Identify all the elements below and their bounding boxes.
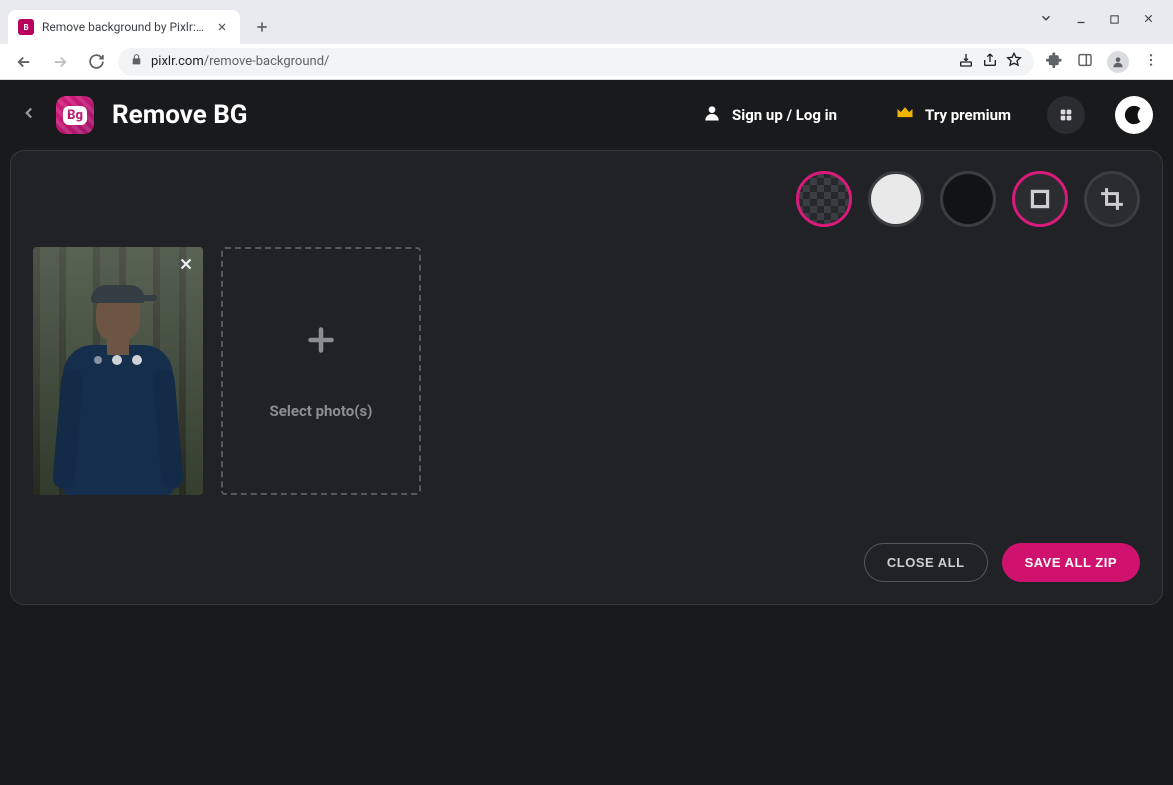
star-icon[interactable] bbox=[1006, 52, 1022, 72]
lock-icon bbox=[130, 53, 143, 70]
window-close-icon[interactable] bbox=[1142, 10, 1155, 29]
app-header: Bg Remove BG Sign up / Log in Try premiu… bbox=[0, 80, 1173, 150]
app-badge: Bg bbox=[56, 96, 94, 134]
workspace-panel: Select photo(s) CLOSE ALL SAVE ALL ZIP bbox=[10, 150, 1163, 605]
tab-close-icon[interactable] bbox=[214, 19, 230, 35]
browser-toolbar: pixlr.com/remove-background/ bbox=[0, 44, 1173, 80]
save-all-zip-button[interactable]: SAVE ALL ZIP bbox=[1002, 543, 1140, 582]
dropzone-label: Select photo(s) bbox=[270, 402, 373, 420]
window-controls bbox=[1021, 0, 1173, 39]
install-app-icon[interactable] bbox=[958, 52, 974, 72]
thumbnail-row: Select photo(s) bbox=[29, 241, 1144, 507]
close-all-button[interactable]: CLOSE ALL bbox=[864, 543, 988, 582]
remove-photo-button[interactable] bbox=[177, 255, 195, 277]
sidepanel-icon[interactable] bbox=[1077, 52, 1093, 72]
tab-title: Remove background by Pixlr: bg bbox=[42, 20, 206, 34]
new-tab-button[interactable] bbox=[248, 13, 276, 41]
loading-indicator bbox=[94, 355, 142, 365]
favicon: B bbox=[18, 19, 34, 35]
crown-icon bbox=[895, 103, 915, 127]
uploaded-photo-preview bbox=[33, 247, 203, 495]
toolbar-actions bbox=[1042, 51, 1163, 73]
url-host: pixlr.com bbox=[151, 54, 204, 69]
apps-grid-button[interactable] bbox=[1047, 96, 1085, 134]
extensions-icon[interactable] bbox=[1046, 51, 1063, 72]
app-badge-text: Bg bbox=[63, 106, 87, 125]
signup-login-label: Sign up / Log in bbox=[732, 106, 837, 124]
window-minimize-icon[interactable] bbox=[1075, 10, 1087, 29]
try-premium-link[interactable]: Try premium bbox=[895, 103, 1011, 127]
window-maximize-icon[interactable] bbox=[1109, 10, 1120, 29]
chevron-down-icon[interactable] bbox=[1039, 10, 1053, 29]
nav-reload-button[interactable] bbox=[82, 48, 110, 76]
share-icon[interactable] bbox=[982, 52, 998, 72]
pixlr-logo[interactable] bbox=[1115, 96, 1153, 134]
page-title: Remove BG bbox=[112, 100, 248, 130]
select-photos-dropzone[interactable]: Select photo(s) bbox=[221, 247, 421, 495]
profile-avatar-icon[interactable] bbox=[1107, 51, 1129, 73]
browser-tab[interactable]: B Remove background by Pixlr: bg bbox=[8, 10, 240, 44]
bg-option-white[interactable] bbox=[868, 171, 924, 227]
uploaded-photo-card[interactable] bbox=[33, 247, 203, 495]
bg-option-transparent[interactable] bbox=[796, 171, 852, 227]
kebab-menu-icon[interactable] bbox=[1143, 52, 1159, 72]
nav-back-button[interactable] bbox=[10, 48, 38, 76]
panel-footer: CLOSE ALL SAVE ALL ZIP bbox=[29, 507, 1144, 590]
background-options bbox=[29, 165, 1144, 241]
bg-option-crop[interactable] bbox=[1084, 171, 1140, 227]
nav-forward-button[interactable] bbox=[46, 48, 74, 76]
plus-icon bbox=[303, 322, 339, 362]
bg-option-original-size[interactable] bbox=[1012, 171, 1068, 227]
signup-login-link[interactable]: Sign up / Log in bbox=[702, 103, 837, 127]
try-premium-label: Try premium bbox=[925, 106, 1011, 124]
address-bar[interactable]: pixlr.com/remove-background/ bbox=[118, 48, 1034, 76]
browser-tab-strip: B Remove background by Pixlr: bg bbox=[0, 0, 1173, 44]
bg-option-black[interactable] bbox=[940, 171, 996, 227]
user-icon bbox=[702, 103, 722, 127]
url-path: /remove-background/ bbox=[204, 54, 330, 69]
back-chevron-icon[interactable] bbox=[20, 104, 38, 126]
app-page: Bg Remove BG Sign up / Log in Try premiu… bbox=[0, 80, 1173, 785]
